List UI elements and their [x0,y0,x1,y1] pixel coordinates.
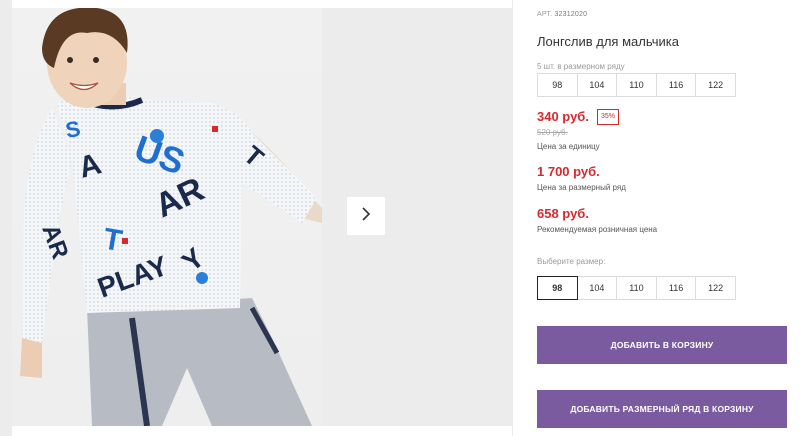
product-photo: US A AR T Y PLAY T AR S [12,8,322,426]
gallery-background [0,0,12,436]
choose-size-label: Выберите размер: [537,257,606,266]
discount-badge: 35% [597,109,620,125]
size-option-122[interactable]: 122 [695,276,736,300]
boy-illustration: US A AR T Y PLAY T AR S [20,8,322,426]
size-row-cell: 116 [655,73,697,97]
size-row-cell: 98 [537,73,578,97]
size-row-price-caption: Цена за размерный ряд [537,183,626,192]
unit-price: 340 руб. [537,109,589,124]
old-price: 520 руб. [537,128,568,137]
next-image-button[interactable] [347,197,385,235]
size-row-grid: 98 104 110 116 122 [537,73,736,97]
size-option-116[interactable]: 116 [655,276,697,300]
add-to-cart-button[interactable]: ДОБАВИТЬ В КОРЗИНУ [537,326,787,364]
size-row-cell: 104 [576,73,618,97]
recommended-retail-price-caption: Рекомендуемая розничная цена [537,225,658,234]
size-row-price: 1 700 руб. [537,164,600,179]
recommended-retail-price: 658 руб. [537,206,589,221]
chevron-right-icon [360,206,372,227]
size-option-110[interactable]: 110 [616,276,657,300]
size-selector: 98 104 110 116 122 [537,276,736,300]
article-label: АРТ. [537,11,553,18]
add-size-row-to-cart-button[interactable]: ДОБАВИТЬ РАЗМЕРНЫЙ РЯД В КОРЗИНУ [537,390,787,428]
size-row-cell: 110 [616,73,657,97]
article-value: 32312020 [554,11,588,18]
size-option-98[interactable]: 98 [537,276,578,300]
column-divider [512,0,513,436]
product-title: Лонгслив для мальчика [537,34,679,49]
unit-price-caption: Цена за единицу [537,142,600,151]
size-option-104[interactable]: 104 [576,276,618,300]
size-row-cell: 122 [695,73,736,97]
size-row-count-label: 5 шт. в размерном ряду [537,62,625,71]
article-number: АРТ. 32312020 [537,11,587,18]
